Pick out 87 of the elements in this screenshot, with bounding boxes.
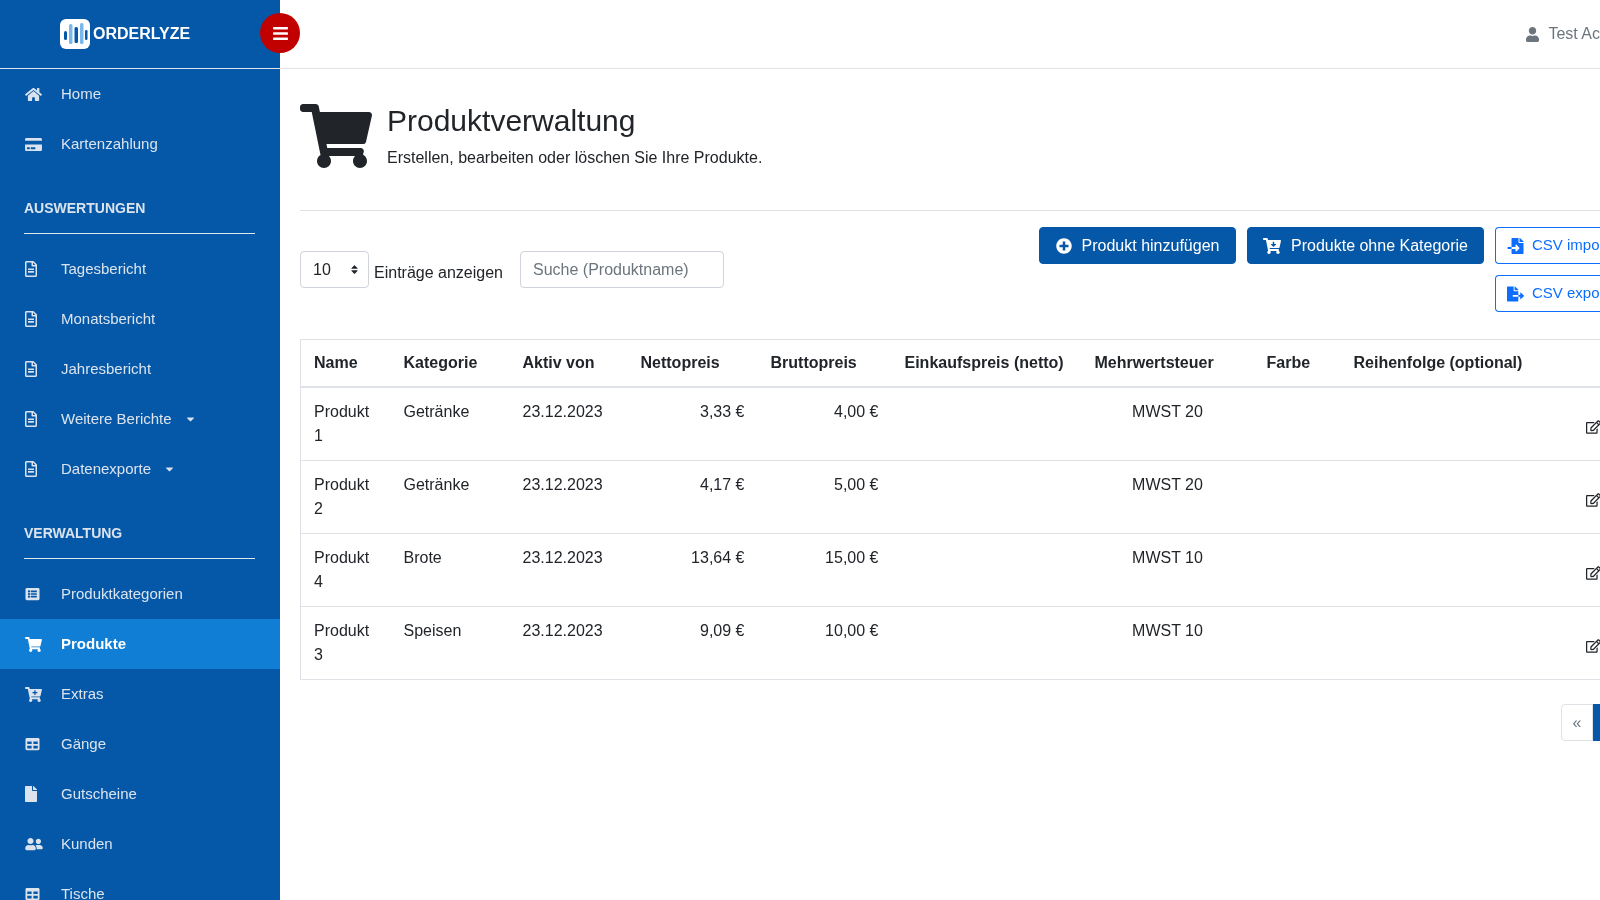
table-cell: Getränke bbox=[403, 476, 470, 493]
column-header: Nettopreis bbox=[640, 354, 720, 371]
column-header: Bruttopreis bbox=[770, 354, 857, 371]
sidebar-item[interactable]: Home bbox=[0, 69, 280, 119]
table-icon bbox=[25, 887, 40, 900]
page-size-select[interactable]: 10 bbox=[300, 251, 369, 288]
table-cell: Produkt 1 bbox=[314, 403, 370, 444]
edit-icon[interactable] bbox=[1585, 493, 1600, 507]
sidebar-item[interactable]: Kunden bbox=[0, 819, 280, 869]
primary-button[interactable]: Produkt hinzufügen bbox=[1039, 227, 1236, 264]
outline-button[interactable]: CSV impo bbox=[1495, 227, 1600, 264]
sidebar-item[interactable]: Monatsbericht bbox=[0, 294, 280, 344]
cart-arrow-down-icon bbox=[1263, 237, 1281, 254]
file-icon bbox=[25, 786, 37, 802]
page-subtitle: Erstellen, bearbeiten oder löschen Sie Ihre Produkte. bbox=[387, 148, 763, 168]
section-heading: VERWALTUNG bbox=[24, 524, 123, 543]
column-header: Reihenfolge (optional) bbox=[1353, 354, 1523, 371]
column-header: Aktiv von bbox=[522, 354, 595, 371]
menu-button[interactable] bbox=[260, 13, 300, 53]
cart-plus-icon bbox=[25, 686, 42, 702]
edit-icon[interactable] bbox=[1585, 420, 1600, 434]
file-export-icon bbox=[1507, 285, 1524, 302]
column-header: Mehrwertsteuer bbox=[1094, 354, 1214, 371]
outline-button[interactable]: CSV expo bbox=[1495, 275, 1600, 312]
table-cell: Getränke bbox=[403, 403, 470, 420]
table-cell: MWST 20 bbox=[1132, 476, 1203, 493]
sidebar-item[interactable]: Weitere Berichte bbox=[0, 394, 280, 444]
table-cell: 23.12.2023 bbox=[522, 622, 603, 639]
column-header: Einkaufspreis (netto) bbox=[904, 354, 1064, 371]
table-cell: MWST 10 bbox=[1132, 622, 1203, 639]
document-icon bbox=[25, 461, 37, 477]
menu-icon bbox=[272, 24, 288, 42]
user-name[interactable]: Test Ac bbox=[1548, 22, 1600, 46]
table-cell: 4,00 € bbox=[834, 403, 879, 420]
cart-icon bbox=[25, 636, 42, 652]
table-cell: 23.12.2023 bbox=[522, 403, 603, 420]
entries-label: Einträge anzeigen bbox=[374, 263, 503, 283]
page-title: Produktverwaltung bbox=[387, 103, 637, 139]
column-header: Farbe bbox=[1266, 354, 1311, 371]
user-icon bbox=[1526, 26, 1540, 42]
table-cell: 23.12.2023 bbox=[522, 476, 603, 493]
document-icon bbox=[25, 361, 37, 377]
table-cell: 5,00 € bbox=[834, 476, 879, 493]
sidebar-item[interactable]: Gutscheine bbox=[0, 769, 280, 819]
search-field[interactable]: Suche (Produktname) bbox=[520, 251, 724, 288]
sidebar-item[interactable]: Tische bbox=[0, 869, 280, 900]
table-cell: Speisen bbox=[403, 622, 462, 639]
column-header: Name bbox=[314, 354, 358, 371]
logo-icon bbox=[60, 19, 90, 49]
table-cell: 23.12.2023 bbox=[522, 549, 603, 566]
sidebar-item[interactable]: Jahresbericht bbox=[0, 344, 280, 394]
table-cell: 10,00 € bbox=[825, 622, 879, 639]
table-cell: MWST 20 bbox=[1132, 403, 1203, 420]
sidebar-item[interactable]: Extras bbox=[0, 669, 280, 719]
document-icon bbox=[25, 411, 37, 427]
cart-icon bbox=[300, 104, 372, 168]
sidebar-item[interactable]: Kartenzahlung bbox=[0, 119, 280, 169]
credit-card-icon bbox=[25, 136, 42, 152]
sidebar-item[interactable]: Produktkategorien bbox=[0, 569, 280, 619]
table-cell: 4,17 € bbox=[700, 476, 745, 493]
document-icon bbox=[25, 261, 37, 277]
table-cell: 13,64 € bbox=[691, 549, 745, 566]
table-cell: 9,09 € bbox=[700, 622, 745, 639]
primary-button[interactable]: Produkte ohne Kategorie bbox=[1247, 227, 1484, 264]
brand-name: ORDERLYZE bbox=[93, 24, 191, 44]
edit-icon[interactable] bbox=[1585, 566, 1600, 580]
table-cell: 3,33 € bbox=[700, 403, 745, 420]
list-icon bbox=[25, 587, 40, 601]
table-cell: Produkt 3 bbox=[314, 622, 370, 663]
sort-arrows-icon bbox=[351, 264, 358, 275]
table-cell: Brote bbox=[403, 549, 442, 566]
edit-icon[interactable] bbox=[1585, 639, 1600, 653]
document-icon bbox=[25, 311, 37, 327]
column-header: Kategorie bbox=[403, 354, 478, 371]
sidebar-item[interactable]: Gänge bbox=[0, 719, 280, 769]
table-cell: Produkt 4 bbox=[314, 549, 370, 590]
table-cell: MWST 10 bbox=[1132, 549, 1203, 566]
table-icon bbox=[25, 737, 40, 751]
table-cell: 15,00 € bbox=[825, 549, 879, 566]
home-icon bbox=[25, 86, 42, 102]
sidebar-item[interactable]: Produkte bbox=[0, 619, 280, 669]
sidebar-item[interactable]: Datenexporte bbox=[0, 444, 280, 494]
file-import-icon bbox=[1507, 237, 1524, 254]
section-heading: AUSWERTUNGEN bbox=[24, 199, 146, 218]
users-icon bbox=[25, 837, 43, 851]
sidebar-item[interactable]: Tagesbericht bbox=[0, 244, 280, 294]
table-cell: Produkt 2 bbox=[314, 476, 370, 517]
